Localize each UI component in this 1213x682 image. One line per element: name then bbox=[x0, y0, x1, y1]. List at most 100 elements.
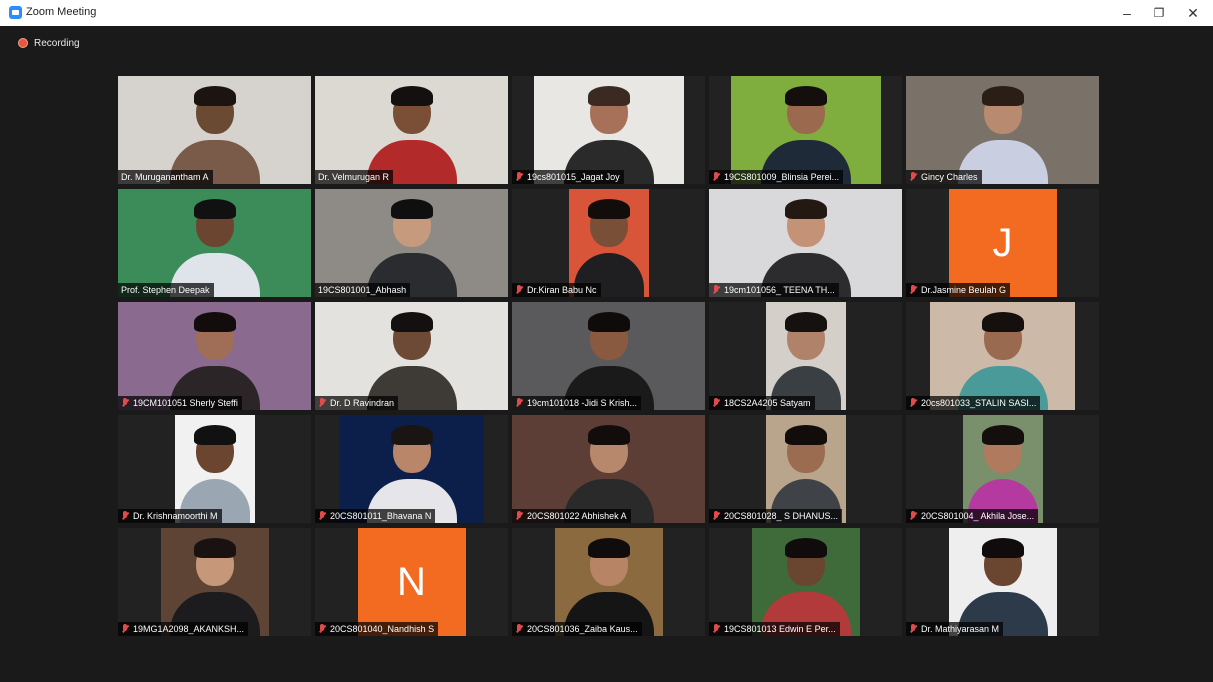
participant-tile[interactable]: 19CS801013 Edwin E Per... bbox=[709, 528, 902, 636]
participant-video bbox=[533, 76, 684, 184]
participant-nameplate: Dr.Kiran Babu Nc bbox=[512, 283, 601, 297]
mic-muted-icon bbox=[712, 511, 720, 521]
mic-muted-icon bbox=[909, 285, 917, 295]
participant-tile[interactable]: 19CS801009_Blinsia Perei... bbox=[709, 76, 902, 184]
participant-tile[interactable]: Dr. Mathiyarasan M bbox=[906, 528, 1099, 636]
person-hair bbox=[981, 425, 1024, 445]
participant-nameplate: 20CS801022 Abhishek A bbox=[512, 509, 631, 523]
mic-muted-icon bbox=[515, 398, 523, 408]
participant-nameplate: 20CS801004_ Akhila Jose... bbox=[906, 509, 1039, 523]
mic-muted-icon bbox=[515, 285, 523, 295]
person-hair bbox=[587, 199, 630, 219]
zoom-app-icon bbox=[9, 6, 22, 19]
participant-tile[interactable]: 19cm101056_ TEENA TH... bbox=[709, 189, 902, 297]
participant-nameplate: 19cs801015_Jagat Joy bbox=[512, 170, 624, 184]
participant-name: 19CM101051 Sherly Steffi bbox=[133, 398, 238, 408]
mic-muted-icon bbox=[515, 172, 523, 182]
participant-tile[interactable]: Prof. Stephen Deepak bbox=[118, 189, 311, 297]
person-hair bbox=[390, 86, 433, 106]
participant-tile[interactable]: J Dr.Jasmine Beulah G bbox=[906, 189, 1099, 297]
participant-video bbox=[554, 528, 663, 636]
participant-nameplate: 19MG1A2098_AKANKSH... bbox=[118, 622, 249, 636]
participant-tile[interactable]: Dr. Muruganantham A bbox=[118, 76, 311, 184]
participant-name: Dr. D Ravindran bbox=[330, 398, 395, 408]
participant-tile[interactable]: Dr. Velmurugan R bbox=[315, 76, 508, 184]
person-hair bbox=[390, 199, 433, 219]
person-hair bbox=[981, 312, 1024, 332]
person-hair bbox=[784, 538, 827, 558]
participant-name: 19CS801001_Abhash bbox=[318, 285, 407, 295]
participant-nameplate: Dr. D Ravindran bbox=[315, 396, 399, 410]
person-hair bbox=[981, 86, 1024, 106]
participant-video bbox=[962, 415, 1043, 523]
participant-tile[interactable]: 20CS801011_Bhavana N bbox=[315, 415, 508, 523]
participant-tile[interactable]: 20CS801028_ S DHANUS... bbox=[709, 415, 902, 523]
participant-nameplate: 20CS801028_ S DHANUS... bbox=[709, 509, 843, 523]
participant-video bbox=[174, 415, 255, 523]
close-button[interactable]: ✕ bbox=[1178, 2, 1208, 24]
person-hair bbox=[390, 312, 433, 332]
participant-name: 19CS801013 Edwin E Per... bbox=[724, 624, 836, 634]
participant-tile[interactable]: Gincy Charles bbox=[906, 76, 1099, 184]
participant-video bbox=[751, 528, 860, 636]
mic-muted-icon bbox=[909, 511, 917, 521]
participant-nameplate: Dr.Jasmine Beulah G bbox=[906, 283, 1011, 297]
participant-name: 20CS801040_Nandhish S bbox=[330, 624, 435, 634]
participant-tile[interactable]: N 20CS801040_Nandhish S bbox=[315, 528, 508, 636]
mic-muted-icon bbox=[515, 624, 523, 634]
participant-name: 20CS801028_ S DHANUS... bbox=[724, 511, 839, 521]
person-hair bbox=[193, 199, 236, 219]
participant-tile[interactable]: Dr.Kiran Babu Nc bbox=[512, 189, 705, 297]
participant-tile[interactable]: Dr. Krishnamoorthi M bbox=[118, 415, 311, 523]
participant-video bbox=[339, 415, 484, 523]
participant-name: Dr. Mathiyarasan M bbox=[921, 624, 1000, 634]
participant-name: 20CS801004_ Akhila Jose... bbox=[921, 511, 1035, 521]
participant-name: Dr. Velmurugan R bbox=[318, 172, 390, 182]
participant-tile[interactable]: 19MG1A2098_AKANKSH... bbox=[118, 528, 311, 636]
participant-video bbox=[512, 415, 705, 523]
participant-tile[interactable]: 18CS2A4205 Satyam bbox=[709, 302, 902, 410]
participant-nameplate: 19CM101051 Sherly Steffi bbox=[118, 396, 242, 410]
mic-muted-icon bbox=[121, 398, 129, 408]
participant-tile[interactable]: 19cs801015_Jagat Joy bbox=[512, 76, 705, 184]
participant-tile[interactable]: 20cs801033_STALIN SASI... bbox=[906, 302, 1099, 410]
participant-name: Gincy Charles bbox=[921, 172, 978, 182]
participant-tile[interactable]: 20CS801022 Abhishek A bbox=[512, 415, 705, 523]
person-hair bbox=[587, 425, 630, 445]
participant-name: 19cm101018 -Jidi S Krish... bbox=[527, 398, 638, 408]
participant-nameplate: 19cm101018 -Jidi S Krish... bbox=[512, 396, 642, 410]
participant-nameplate: 19CS801013 Edwin E Per... bbox=[709, 622, 840, 636]
participant-tile[interactable]: 19CS801001_Abhash bbox=[315, 189, 508, 297]
mic-muted-icon bbox=[121, 624, 129, 634]
mic-muted-icon bbox=[712, 624, 720, 634]
participant-name: Prof. Stephen Deepak bbox=[121, 285, 210, 295]
participant-video bbox=[730, 76, 881, 184]
mic-muted-icon bbox=[712, 398, 720, 408]
mic-muted-icon bbox=[909, 398, 917, 408]
participant-tile[interactable]: 19CM101051 Sherly Steffi bbox=[118, 302, 311, 410]
title-bar: Zoom Meeting – ❐ ✕ bbox=[0, 0, 1213, 26]
record-icon bbox=[18, 38, 28, 48]
participant-tile[interactable]: 20CS801004_ Akhila Jose... bbox=[906, 415, 1099, 523]
window-title: Zoom Meeting bbox=[26, 6, 97, 18]
participant-video bbox=[930, 302, 1075, 410]
person-hair bbox=[587, 312, 630, 332]
maximize-button[interactable]: ❐ bbox=[1144, 2, 1174, 24]
participant-nameplate: 19cm101056_ TEENA TH... bbox=[709, 283, 839, 297]
recording-indicator[interactable]: Recording bbox=[18, 36, 80, 50]
participant-video bbox=[315, 302, 508, 410]
person-hair bbox=[784, 199, 827, 219]
person-hair bbox=[193, 312, 236, 332]
minimize-button[interactable]: – bbox=[1112, 2, 1142, 24]
avatar: N bbox=[357, 528, 466, 636]
participant-tile[interactable]: 20CS801036_Zaiba Kaus... bbox=[512, 528, 705, 636]
participant-video bbox=[118, 302, 311, 410]
participant-tile[interactable]: Dr. D Ravindran bbox=[315, 302, 508, 410]
participant-name: 19CS801009_Blinsia Perei... bbox=[724, 172, 840, 182]
mic-muted-icon bbox=[712, 172, 720, 182]
participant-video bbox=[118, 76, 311, 184]
recording-label: Recording bbox=[34, 37, 80, 49]
participant-tile[interactable]: 19cm101018 -Jidi S Krish... bbox=[512, 302, 705, 410]
participant-nameplate: 19CS801009_Blinsia Perei... bbox=[709, 170, 844, 184]
person-hair bbox=[587, 86, 630, 106]
